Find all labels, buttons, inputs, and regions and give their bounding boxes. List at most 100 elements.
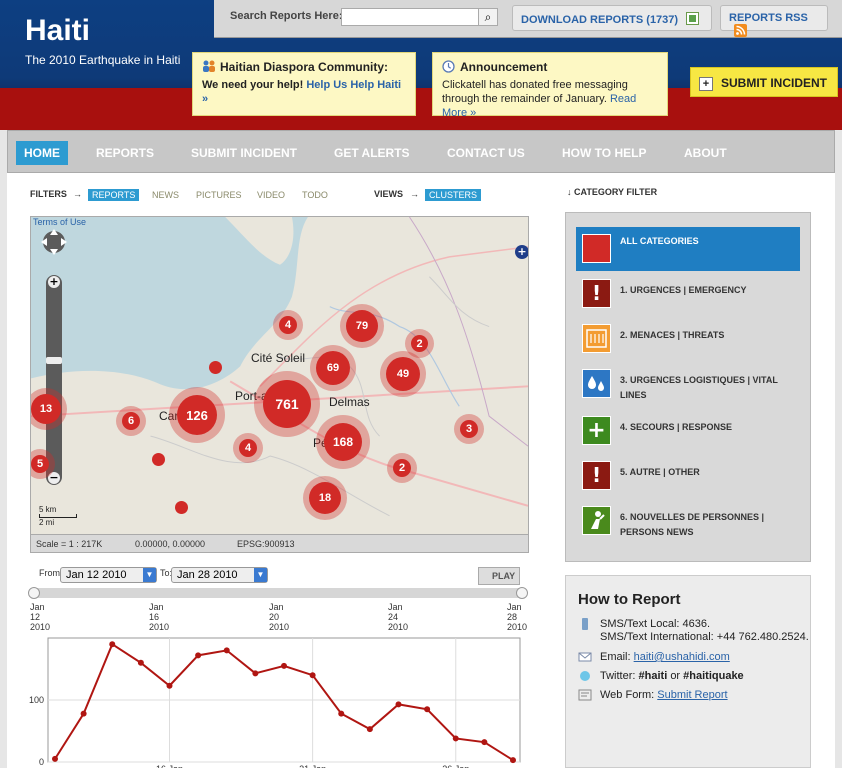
incident-dot[interactable] <box>209 361 222 374</box>
search-button[interactable]: ⌕ <box>478 8 498 26</box>
nav-reports[interactable]: REPORTS <box>88 141 162 165</box>
chart-data-point <box>80 710 87 717</box>
zoom-handle[interactable] <box>46 357 62 364</box>
filter-reports[interactable]: REPORTS <box>88 189 140 201</box>
zoom-in-icon[interactable]: + <box>48 276 60 288</box>
chart-data-point <box>252 670 259 677</box>
category-vital-lines[interactable]: 3. URGENCES LOGISTIQUES | VITAL LINES <box>576 369 800 405</box>
view-clusters[interactable]: CLUSTERS <box>425 189 482 201</box>
map-status-bar: Scale = 1 : 217K 0.00000, 0.00000 EPSG:9… <box>31 534 528 552</box>
twitter-tag: #haiti <box>638 670 668 682</box>
category-persons-news[interactable]: 6. NOUVELLES DE PERSONNES | PERSONS NEWS <box>576 506 800 542</box>
slider-handle-end[interactable] <box>516 587 528 599</box>
chart-x-tick-label: 21 Jan <box>299 764 326 768</box>
map-cluster[interactable]: 69 <box>316 351 350 385</box>
map-cluster[interactable]: 3 <box>460 420 478 438</box>
category-emergency[interactable]: ! 1. URGENCES | EMERGENCY <box>576 279 800 315</box>
nav-get-alerts[interactable]: GET ALERTS <box>326 141 418 165</box>
search-icon: ⌕ <box>484 10 492 24</box>
filter-news[interactable]: NEWS <box>148 189 183 201</box>
email-link[interactable]: haiti@ushahidi.com <box>634 651 730 663</box>
nav-contact-us[interactable]: CONTACT US <box>439 141 533 165</box>
chevron-down-icon: ▼ <box>143 568 156 582</box>
nav-home[interactable]: HOME <box>16 141 68 165</box>
plus-icon: + <box>582 416 611 445</box>
category-other[interactable]: ! 5. AUTRE | OTHER <box>576 461 800 497</box>
reports-rss-link[interactable]: REPORTS RSS <box>720 5 828 37</box>
timeline-slider[interactable] <box>28 587 528 599</box>
map-cluster[interactable]: 2 <box>393 459 411 477</box>
site-header: Haiti The 2010 Earthquake in Haiti Searc… <box>0 0 842 130</box>
map-place-label: Delmas <box>329 395 370 409</box>
category-label: ALL CATEGORIES <box>620 236 699 246</box>
filter-video[interactable]: VIDEO <box>253 189 289 201</box>
map-cluster[interactable]: 168 <box>324 423 362 461</box>
category-response[interactable]: + 4. SECOURS | RESPONSE <box>576 416 800 452</box>
to-date-select[interactable]: Jan 28 2010 ▼ <box>171 567 268 583</box>
filter-pictures[interactable]: PICTURES <box>192 189 246 201</box>
zoom-out-icon[interactable]: − <box>48 472 60 484</box>
scale-mi: 2 mi <box>39 518 55 527</box>
how-to-report-panel: How to Report SMS/Text Local: 4636. SMS/… <box>565 575 811 768</box>
chart-y-tick-label: 100 <box>29 695 44 705</box>
water-drops-icon <box>582 369 611 398</box>
map-cluster[interactable]: 2 <box>411 335 428 352</box>
map-cluster[interactable]: 4 <box>239 439 257 457</box>
play-button[interactable]: PLAY <box>478 567 520 585</box>
incident-map[interactable]: Terms of Use + − + Cité Soleil Port-au D… <box>30 216 529 553</box>
map-pan-control[interactable] <box>39 227 69 257</box>
map-place-label: Car <box>159 409 179 423</box>
download-reports-link[interactable]: DOWNLOAD REPORTS (1737) <box>512 5 712 31</box>
map-cluster[interactable]: 5 <box>31 455 49 473</box>
announcement-notice: Announcement Clickatell has donated free… <box>432 52 668 119</box>
from-date-select[interactable]: Jan 12 2010 ▼ <box>60 567 157 583</box>
phone-icon <box>582 618 588 630</box>
announcement-text: Clickatell has donated free messaging th… <box>442 79 628 105</box>
category-label: 6. NOUVELLES DE PERSONNES | PERSONS NEWS <box>620 512 765 537</box>
category-label: 3. URGENCES LOGISTIQUES | VITAL LINES <box>620 375 778 400</box>
site-title[interactable]: Haiti <box>25 14 90 48</box>
people-icon <box>203 60 215 72</box>
map-zoom-slider[interactable]: + − <box>46 275 62 485</box>
category-threats[interactable]: 2. MENACES | THREATS <box>576 324 800 360</box>
search-input[interactable] <box>341 8 481 26</box>
filter-todo[interactable]: TODO <box>298 189 332 201</box>
incident-dot[interactable] <box>152 453 165 466</box>
download-reports-label: DOWNLOAD REPORTS (1737) <box>521 14 679 26</box>
chart-x-tick-label: 26 Jan <box>442 764 469 768</box>
category-all[interactable]: ALL CATEGORIES <box>576 227 800 271</box>
chart-data-point <box>338 710 345 717</box>
from-label: From: <box>39 568 63 578</box>
chart-data-point <box>195 652 202 659</box>
search-label: Search Reports Here: <box>230 10 343 22</box>
nav-about[interactable]: ABOUT <box>676 141 735 165</box>
map-cluster[interactable]: 13 <box>31 394 61 424</box>
email-row: Email: haiti@ushahidi.com <box>578 650 808 664</box>
layer-switcher-icon[interactable]: + <box>515 245 528 259</box>
diaspora-notice-title: Haitian Diaspora Community: <box>220 60 389 74</box>
views-arrow: → <box>410 189 419 199</box>
chart-data-point <box>166 682 173 689</box>
map-cluster[interactable]: 79 <box>346 310 378 342</box>
incident-dot[interactable] <box>175 501 188 514</box>
map-cluster[interactable]: 6 <box>122 412 140 430</box>
form-icon <box>578 689 592 701</box>
diaspora-notice-text: We need your help! <box>202 79 304 91</box>
map-cluster[interactable]: 4 <box>279 316 297 334</box>
map-terms-link[interactable]: Terms of Use <box>33 217 86 227</box>
nav-how-to-help[interactable]: HOW TO HELP <box>554 141 654 165</box>
category-label: 4. SECOURS | RESPONSE <box>620 422 733 432</box>
submit-report-link[interactable]: Submit Report <box>657 689 727 701</box>
map-cluster[interactable]: 126 <box>177 395 217 435</box>
map-cluster[interactable]: 49 <box>386 357 420 391</box>
map-cluster[interactable]: 18 <box>309 482 341 514</box>
slider-handle-start[interactable] <box>28 587 40 599</box>
submit-incident-button[interactable]: + SUBMIT INCIDENT <box>690 67 838 97</box>
envelope-icon <box>578 652 592 662</box>
email-text: Email: haiti@ushahidi.com <box>600 650 730 664</box>
nav-submit-incident[interactable]: SUBMIT INCIDENT <box>183 141 305 165</box>
map-cluster[interactable]: 761 <box>263 380 311 428</box>
filters-label: FILTERS <box>30 189 67 199</box>
chart-x-tick-label: 16 Jan <box>156 764 183 768</box>
twitter-label: Twitter: <box>600 670 636 682</box>
